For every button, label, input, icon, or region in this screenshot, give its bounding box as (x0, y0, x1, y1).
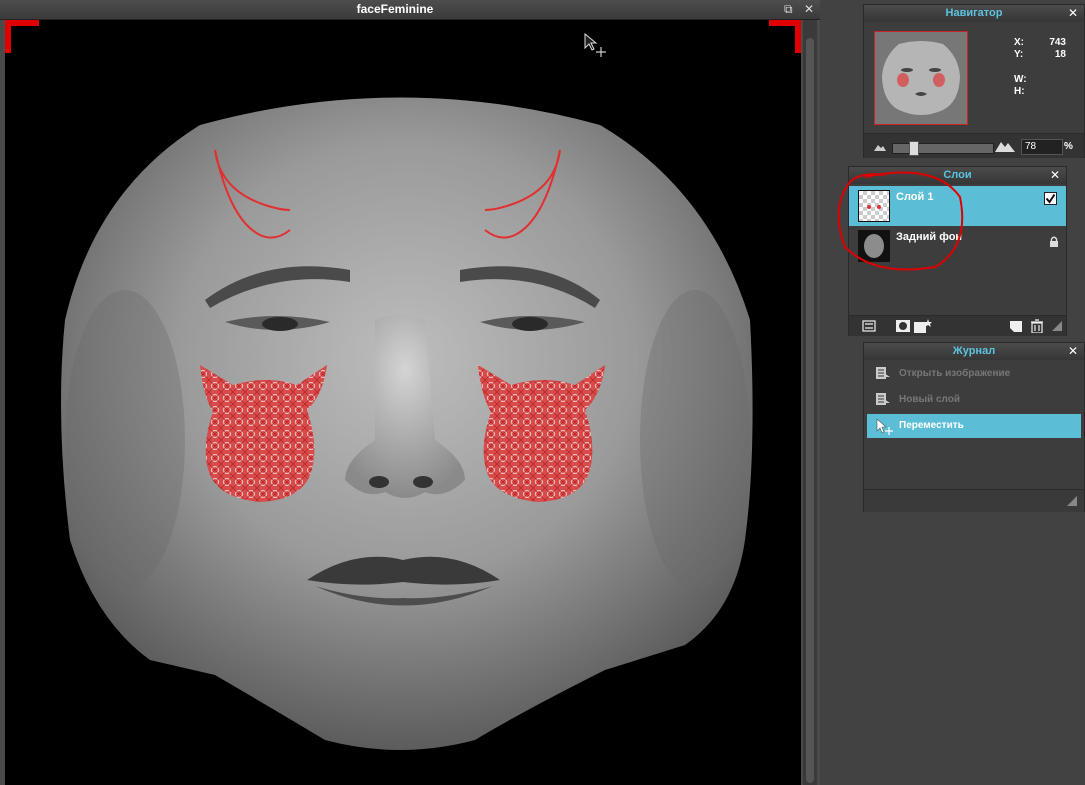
navigator-title: Навигатор (945, 7, 1003, 19)
move-tool-icon (876, 419, 893, 435)
close-icon[interactable]: ✕ (1050, 167, 1060, 184)
navigator-thumbnail[interactable] (874, 31, 968, 125)
move-cursor-icon (584, 33, 606, 57)
history-item-label: Новый слой (899, 394, 960, 405)
layer-settings-icon[interactable] (862, 319, 876, 333)
lock-icon (1050, 236, 1058, 247)
image-canvas[interactable] (5, 20, 801, 785)
layers-panel: Слои ✕ Слой 1 Задний фон (837, 166, 1067, 336)
history-item-label: Открыть изображение (899, 368, 1011, 379)
close-window-icon[interactable]: ✕ (804, 2, 814, 16)
scrollbar-thumb[interactable] (806, 38, 814, 783)
y-label: Y: (1014, 49, 1024, 60)
history-header[interactable]: Журнал ✕ (864, 343, 1084, 360)
history-item-move[interactable]: Переместить (867, 414, 1081, 438)
y-value: 18 (1054, 49, 1066, 60)
document-title: faceFeminine (356, 2, 434, 16)
history-step-icon (876, 393, 890, 405)
x-value: 743 (1049, 37, 1066, 48)
h-label: H: (1014, 86, 1025, 97)
document-window: faceFeminine ⧉ ✕ (0, 0, 820, 785)
x-label: X: (1014, 37, 1024, 48)
resize-grip-icon[interactable] (1066, 495, 1078, 507)
layer-mask-icon[interactable] (896, 319, 910, 333)
history-item-new-layer[interactable]: Новый слой (867, 388, 1081, 412)
layer-style-icon[interactable] (914, 319, 932, 333)
navigator-panel: Навигатор ✕ X: 743 Y: 18 W: H: 78 % (863, 4, 1085, 158)
history-step-icon (876, 367, 890, 379)
document-titlebar[interactable]: faceFeminine ⧉ ✕ (0, 0, 820, 20)
history-panel: Журнал ✕ Открыть изображение Новый слой … (863, 342, 1085, 512)
w-label: W: (1014, 74, 1027, 85)
zoom-slider[interactable] (892, 141, 994, 156)
vertical-scrollbar[interactable] (803, 20, 817, 785)
history-item-open-image[interactable]: Открыть изображение (867, 362, 1081, 386)
navigator-preview-image (875, 32, 967, 124)
close-icon[interactable]: ✕ (1068, 5, 1078, 22)
layers-toolbar (849, 315, 1066, 336)
zoom-out-icon[interactable] (874, 143, 886, 151)
close-icon[interactable]: ✕ (1068, 343, 1078, 360)
zoom-percent-sign: % (1064, 141, 1073, 152)
zoom-bar: 78 % (864, 133, 1084, 158)
face-image (5, 20, 801, 750)
history-title: Журнал (952, 345, 996, 357)
new-layer-icon[interactable] (1009, 319, 1023, 333)
zoom-slider-knob[interactable] (909, 141, 919, 156)
zoom-in-icon[interactable] (995, 140, 1015, 152)
trash-icon[interactable] (1030, 319, 1044, 333)
history-footer (864, 489, 1084, 512)
layer-visibility-checkbox[interactable] (1044, 192, 1057, 205)
resize-grip-icon[interactable] (1050, 319, 1064, 333)
restore-window-icon[interactable]: ⧉ (784, 2, 793, 16)
history-item-label: Переместить (899, 420, 964, 431)
navigator-header[interactable]: Навигатор ✕ (864, 5, 1084, 22)
zoom-input[interactable]: 78 (1021, 139, 1063, 155)
annotation-circle (837, 171, 964, 271)
